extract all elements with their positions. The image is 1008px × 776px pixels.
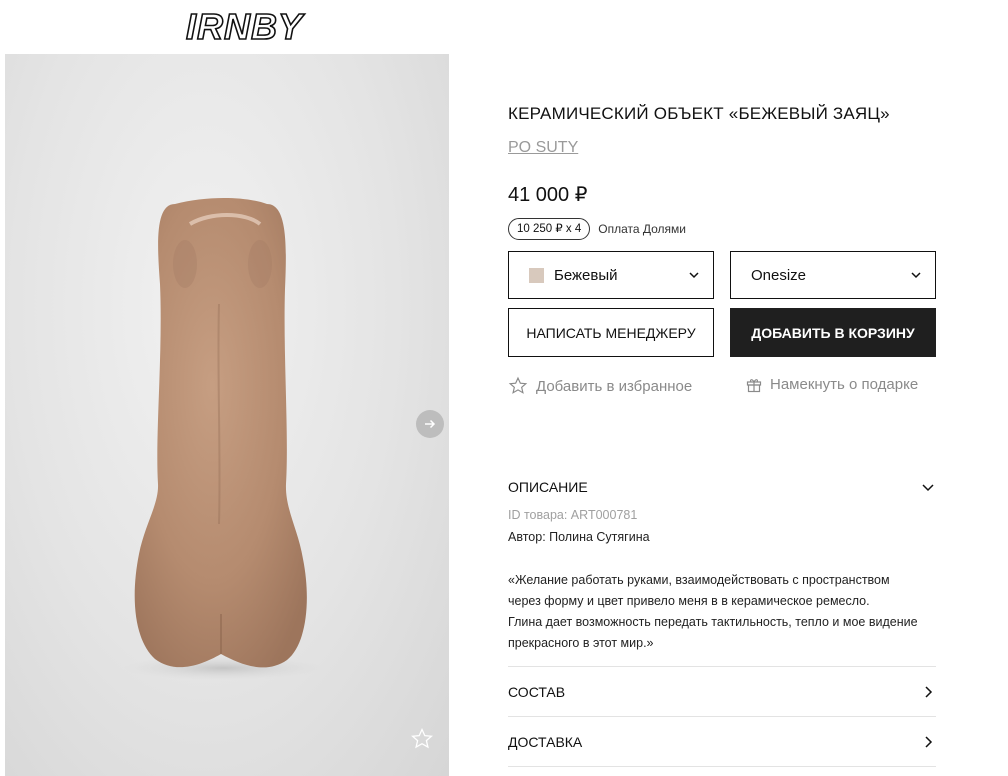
product-image xyxy=(123,198,323,680)
split-payment[interactable]: 10 250 ₽ х 4 Оплата Долями xyxy=(508,218,686,240)
product-price: 41 000 ₽ xyxy=(508,184,588,206)
description-text: «Желание работать руками, взаимодействов… xyxy=(508,570,936,654)
gift-hint-link[interactable]: Намекнуть о подарке xyxy=(746,376,918,393)
divider xyxy=(508,716,936,717)
brand-logo[interactable]: IRNBY xyxy=(182,5,344,48)
photo-favorite-button[interactable] xyxy=(410,727,434,751)
product-id: ID товара: ART000781 xyxy=(508,508,638,522)
contact-manager-button[interactable]: НАПИСАТЬ МЕНЕДЖЕРУ xyxy=(508,308,714,357)
composition-heading: СОСТАВ xyxy=(508,684,566,700)
logo-text: IRNBY xyxy=(186,6,305,46)
chevron-down-icon xyxy=(922,484,934,492)
divider xyxy=(508,666,936,667)
description-line: прекрасного в этот мир.» xyxy=(508,636,654,650)
brand-link[interactable]: PO SUTY xyxy=(508,139,578,157)
composition-accordion-header[interactable]: СОСТАВ xyxy=(508,684,936,700)
description-line: Глина дает возможность передать тактильн… xyxy=(508,615,918,629)
logo-mark: IRNBY xyxy=(185,5,305,48)
size-select[interactable]: Onesize xyxy=(730,251,936,299)
gallery-next-button[interactable] xyxy=(416,410,444,438)
gift-icon xyxy=(746,378,762,392)
split-payment-badge[interactable]: 10 250 ₽ х 4 xyxy=(508,218,591,240)
description-line: «Желание работать руками, взаимодействов… xyxy=(508,573,890,587)
delivery-accordion-header[interactable]: ДОСТАВКА xyxy=(508,734,936,750)
add-to-favorites-label: Добавить в избранное xyxy=(536,377,693,395)
color-swatch xyxy=(529,267,544,283)
chevron-right-icon xyxy=(925,736,933,748)
chevron-down-icon xyxy=(911,272,921,279)
arrow-right-icon xyxy=(425,419,436,429)
gift-hint-label: Намекнуть о подарке xyxy=(770,376,919,393)
chevron-down-icon xyxy=(689,272,699,279)
star-outline-icon xyxy=(508,376,528,394)
color-select-value: Бежевый xyxy=(554,266,618,284)
description-heading: ОПИСАНИЕ xyxy=(508,479,588,495)
description-line: через форму и цвет привело меня в в кера… xyxy=(508,594,870,608)
star-outline-icon xyxy=(411,727,433,749)
divider xyxy=(508,766,936,767)
add-to-favorites-link[interactable]: Добавить в избранное xyxy=(508,376,692,396)
product-gallery[interactable] xyxy=(5,54,449,776)
description-accordion-header[interactable]: ОПИСАНИЕ xyxy=(508,479,936,495)
chevron-right-icon xyxy=(925,686,933,698)
size-select-value: Onesize xyxy=(751,266,807,284)
product-title: КЕРАМИЧЕСКИЙ ОБЪЕКТ «БЕЖЕВЫЙ ЗАЯЦ» xyxy=(508,104,890,123)
product-author: Автор: Полина Сутягина xyxy=(508,530,650,544)
add-to-cart-button[interactable]: ДОБАВИТЬ В КОРЗИНУ xyxy=(730,308,936,357)
delivery-heading: ДОСТАВКА xyxy=(508,734,583,750)
color-select[interactable]: Бежевый xyxy=(508,251,714,299)
split-payment-label[interactable]: Оплата Долями xyxy=(598,222,686,236)
